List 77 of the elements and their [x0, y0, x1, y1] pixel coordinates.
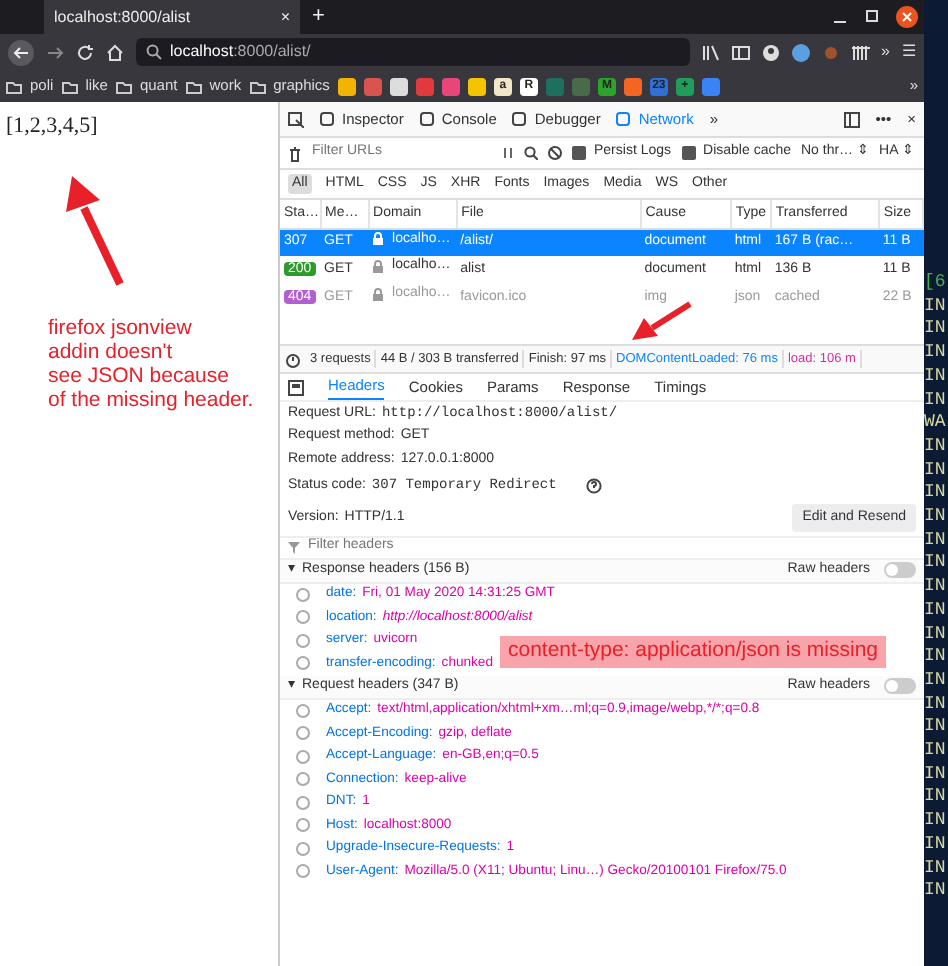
lock-icon	[372, 260, 385, 275]
home-icon[interactable]	[106, 43, 124, 61]
pause-icon[interactable]	[502, 146, 514, 160]
lock-icon	[372, 288, 385, 303]
block-icon[interactable]	[548, 146, 562, 160]
timer-icon	[284, 351, 302, 367]
search-icon[interactable]	[524, 146, 538, 160]
terminal-line: IN	[924, 342, 948, 366]
tab-close-button[interactable]: ×	[280, 5, 290, 29]
terminal-line: IN	[924, 506, 948, 530]
new-tab-button[interactable]: +	[300, 0, 337, 34]
bookmark-icon[interactable]	[467, 77, 486, 95]
overflow-button[interactable]: »	[881, 40, 890, 64]
account-icon[interactable]	[761, 43, 780, 61]
close-icon[interactable]	[896, 0, 918, 34]
terminal-line: IN	[924, 576, 948, 600]
back-icon[interactable]	[8, 39, 34, 65]
terminal-line: IN	[924, 552, 948, 577]
terminal-line: IN	[924, 529, 948, 553]
panel-icon[interactable]	[288, 379, 304, 395]
folder-icon	[61, 79, 78, 93]
tool-icon	[616, 112, 631, 126]
terminal-line: IN	[924, 318, 948, 343]
terminal-line: IN	[924, 763, 948, 787]
terminal-line: IN	[924, 365, 948, 390]
annotation-arrow	[66, 176, 124, 286]
terminal-line: IN	[924, 623, 948, 647]
terminal-line: [6	[924, 272, 948, 296]
dock-icon[interactable]	[843, 111, 860, 127]
terminal-line: IN	[924, 435, 948, 460]
bookmark-icon[interactable]	[389, 77, 408, 95]
terminal-line: IN	[924, 857, 948, 881]
terminal-line: IN	[924, 833, 948, 858]
forward-icon[interactable]	[46, 43, 64, 61]
terminal-line: IN	[924, 295, 948, 319]
folder-icon	[249, 79, 266, 93]
terminal-line: IN	[924, 599, 948, 624]
reload-icon[interactable]	[76, 43, 94, 61]
filter-icon	[288, 541, 300, 553]
json-text: [1,2,3,4,5]	[6, 112, 100, 142]
terminal-line: IN	[924, 716, 948, 741]
terminal-line: IN	[924, 786, 948, 811]
terminal-line: IN	[924, 459, 948, 483]
search-icon	[146, 44, 162, 60]
terminal-line: IN	[924, 880, 948, 904]
folder-icon	[6, 79, 22, 93]
bookmark-icon[interactable]	[337, 77, 356, 95]
sidebar-icon[interactable]	[731, 43, 750, 61]
lock-icon	[372, 232, 385, 247]
terminal-line: IN	[924, 646, 948, 670]
terminal-line: IN	[924, 482, 948, 507]
tool-icon	[512, 112, 527, 126]
library-icon[interactable]	[701, 43, 720, 61]
bars-icon[interactable]	[851, 43, 870, 61]
annotation-text: firefox jsonview addin doesn't see JSON because of the missing header.	[48, 316, 254, 412]
bookmark-icon[interactable]	[623, 77, 642, 95]
annotation-callout: content-type: application/json is missing	[500, 636, 887, 668]
toggle-switch[interactable]	[884, 562, 916, 578]
terminal-line: WA	[924, 412, 948, 436]
tab-title: localhost:8000/alist	[54, 5, 191, 29]
annotation-arrow	[632, 301, 692, 340]
picker-icon[interactable]	[288, 111, 304, 127]
trash-icon[interactable]	[288, 145, 302, 161]
browser-tab[interactable]: localhost:8000/alist ×	[44, 0, 300, 34]
tool-icon	[419, 112, 434, 126]
address-bar[interactable]: localhost:8000/alist/	[136, 38, 690, 66]
url-text: localhost:8000/alist/	[170, 40, 311, 64]
toggle-switch[interactable]	[884, 678, 916, 694]
terminal-line: IN	[924, 740, 948, 764]
folder-icon	[115, 79, 132, 93]
terminal-line: IN	[924, 669, 948, 694]
terminal-line: IN	[924, 810, 948, 834]
terminal-line: IN	[924, 389, 948, 413]
tool-icon	[320, 112, 334, 126]
terminal-line: IN	[924, 693, 948, 717]
menu-button[interactable]: ☰	[902, 40, 916, 64]
folder-icon	[185, 79, 202, 93]
